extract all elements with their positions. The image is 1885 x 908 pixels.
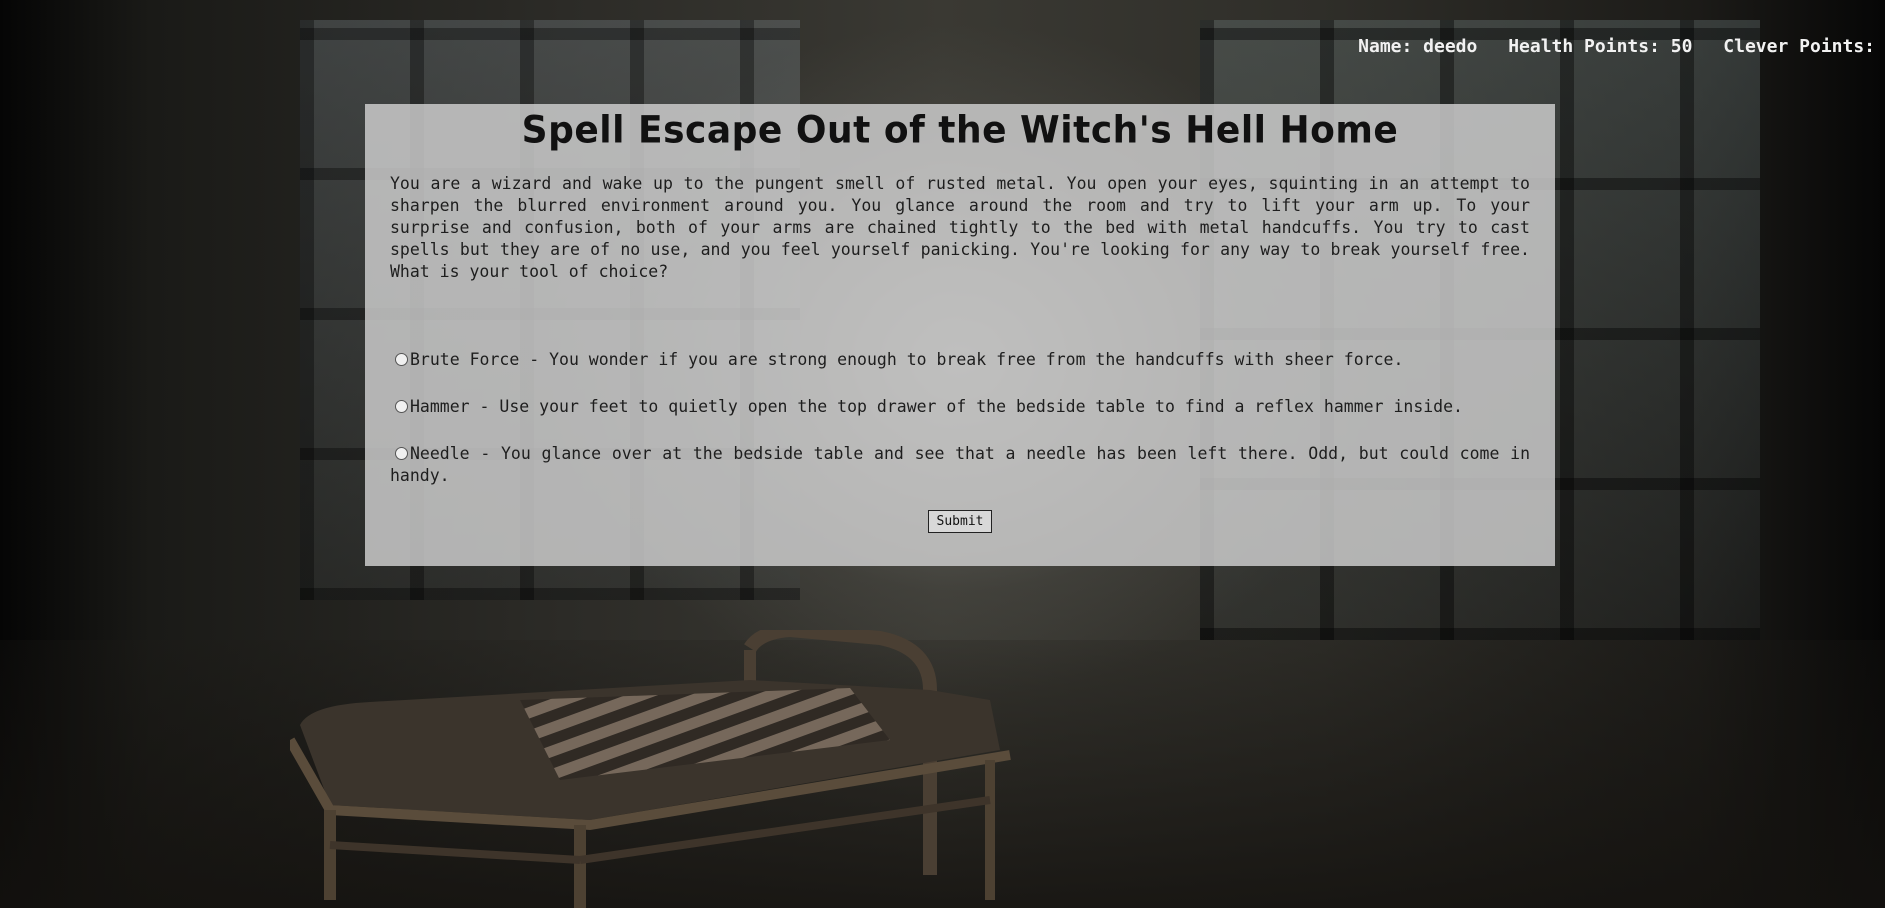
choice-list: Brute Force - You wonder if you are stro… (390, 349, 1530, 487)
submit-button[interactable]: Submit (927, 510, 993, 533)
radio-needle[interactable] (395, 447, 408, 460)
choice-needle[interactable]: Needle - You glance over at the bedside … (390, 443, 1530, 487)
choice-label: Needle - You glance over at the bedside … (390, 444, 1530, 485)
health-points: Health Points: 50 (1508, 36, 1693, 57)
radio-brute-force[interactable] (395, 353, 408, 366)
player-stats-bar: Name: deedo Health Points: 50 Clever Poi… (1338, 36, 1875, 57)
game-title: Spell Escape Out of the Witch's Hell Hom… (521, 109, 1399, 153)
story-text: You are a wizard and wake up to the pung… (390, 174, 1530, 281)
game-page: Name: deedo Health Points: 50 Clever Poi… (0, 0, 1885, 908)
choice-label: Hammer - Use your feet to quietly open t… (410, 397, 1463, 416)
bed-illustration (290, 630, 1011, 908)
radio-hammer[interactable] (395, 400, 408, 413)
submit-row: Submit (390, 510, 1530, 533)
choice-hammer[interactable]: Hammer - Use your feet to quietly open t… (390, 396, 1530, 418)
choice-label: Brute Force - You wonder if you are stro… (410, 350, 1404, 369)
choice-brute-force[interactable]: Brute Force - You wonder if you are stro… (390, 349, 1530, 371)
player-name: Name: deedo (1358, 36, 1478, 57)
story-panel: Spell Escape Out of the Witch's Hell Hom… (365, 104, 1555, 566)
clever-points: Clever Points: (1723, 36, 1875, 57)
